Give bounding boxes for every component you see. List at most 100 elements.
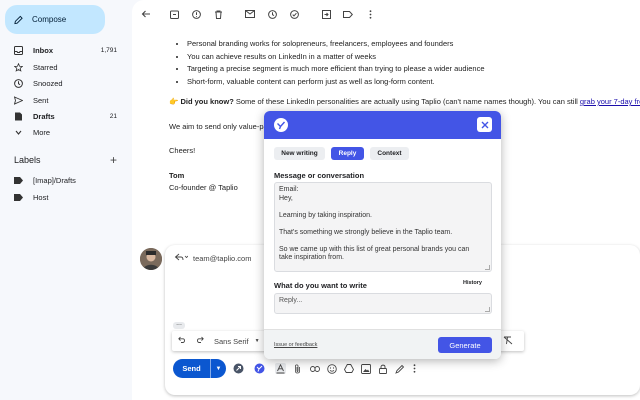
reply-recipient[interactable]: team@taplio.com: [174, 253, 251, 263]
add-label-button[interactable]: +: [110, 153, 117, 167]
label-item-label: Host: [33, 192, 49, 202]
sidebar-item-drafts[interactable]: Drafts 21: [0, 108, 127, 124]
email-toolbar: [132, 0, 640, 28]
message-line: Learning by taking inspiration.: [279, 211, 373, 219]
hand-emoji-icon: 👉: [169, 97, 179, 106]
drafts-count: 21: [109, 112, 117, 120]
confidential-mode-icon[interactable]: [377, 363, 388, 374]
pencil-icon: [14, 15, 23, 24]
label-item-label: [Imap]/Drafts: [33, 175, 76, 185]
mark-unread-icon[interactable]: [244, 8, 256, 20]
send-button[interactable]: Send ▼: [173, 359, 226, 378]
sidebar-item-more[interactable]: More: [0, 124, 127, 140]
more-vert-icon[interactable]: [364, 8, 376, 20]
show-trimmed-content-button[interactable]: ...: [173, 320, 185, 329]
label-icon: [14, 176, 23, 185]
more-options-icon[interactable]: [409, 363, 420, 374]
did-you-know-heading: Did you know?: [180, 97, 234, 106]
message-line: [279, 203, 487, 212]
draft-icon: [14, 112, 23, 121]
message-section-label: Message or conversation: [274, 171, 365, 180]
drive-icon[interactable]: [343, 363, 354, 374]
message-line: take inspiration from.: [279, 254, 344, 261]
reply-arrow-icon[interactable]: [174, 253, 189, 263]
font-family-value: Sans Serif: [214, 336, 249, 346]
send-icon: [14, 95, 23, 105]
emoji-icon[interactable]: [326, 363, 337, 374]
sidebar-item-inbox[interactable]: Inbox 1,791: [0, 42, 127, 58]
label-icon[interactable]: [342, 8, 354, 20]
list-item: Targeting a precise segment is much more…: [187, 64, 485, 77]
tab-context[interactable]: Context: [370, 147, 409, 160]
chevron-down-icon: [14, 128, 23, 137]
resize-handle-icon[interactable]: [485, 307, 490, 312]
insert-photo-icon[interactable]: [360, 363, 371, 374]
add-task-icon[interactable]: [288, 8, 300, 20]
redo-icon[interactable]: [196, 336, 204, 346]
sidebar-item-label: Snoozed: [33, 78, 63, 88]
signature-title: Co-founder @ Taplio: [169, 183, 238, 192]
remove-formatting-icon[interactable]: [503, 336, 513, 347]
sidebar-item-label: Inbox: [33, 45, 53, 55]
tab-reply[interactable]: Reply: [331, 147, 364, 160]
move-to-icon[interactable]: [320, 8, 332, 20]
sidebar-item-starred[interactable]: Starred: [0, 59, 127, 75]
recipient-email: team@taplio.com: [193, 253, 252, 263]
text-format-icon[interactable]: [275, 363, 286, 374]
label-item-host[interactable]: Host: [0, 189, 127, 205]
delete-icon[interactable]: [212, 8, 224, 20]
did-you-know-text: Some of these LinkedIn personalities are…: [235, 97, 578, 106]
inbox-icon: [14, 45, 23, 55]
generate-button[interactable]: Generate: [438, 337, 492, 353]
star-icon: [14, 62, 23, 72]
attach-icon[interactable]: [292, 363, 303, 374]
sidebar: Compose Inbox 1,791 Starred Snoozed Sent…: [0, 0, 132, 400]
extension-icon[interactable]: [233, 363, 244, 374]
send-options-icon[interactable]: ▼: [210, 359, 226, 378]
message-line: Email:: [279, 186, 299, 193]
message-line: [279, 237, 487, 246]
taplio-popup: New writing Reply Context Message or con…: [264, 111, 501, 359]
font-family-select[interactable]: Sans Serif ▼: [214, 337, 260, 346]
resize-handle-icon[interactable]: [485, 265, 490, 270]
list-item: You can achieve results on LinkedIn in a…: [187, 52, 485, 65]
issue-feedback-link[interactable]: Issue or feedback: [274, 342, 317, 348]
back-arrow-icon[interactable]: [140, 8, 152, 20]
avatar: [140, 248, 162, 270]
sidebar-item-sent[interactable]: Sent: [0, 92, 127, 108]
compose-label: Compose: [32, 15, 67, 24]
link-icon[interactable]: [309, 363, 320, 374]
message-line: Hey,: [279, 194, 293, 202]
popup-footer: Issue or feedback Generate: [264, 329, 501, 359]
signature-icon[interactable]: [394, 363, 405, 374]
tab-new-writing[interactable]: New writing: [274, 147, 325, 160]
taplio-icon[interactable]: [254, 363, 265, 374]
write-textarea[interactable]: Reply...: [274, 293, 492, 314]
signature-name: Tom: [169, 171, 185, 180]
report-spam-icon[interactable]: [190, 8, 202, 20]
close-icon[interactable]: [477, 117, 492, 132]
aim-paragraph: We aim to send only value-pac: [169, 122, 272, 131]
sidebar-item-snoozed[interactable]: Snoozed: [0, 75, 127, 91]
taplio-logo-icon: [274, 118, 288, 132]
sidebar-item-label: Sent: [33, 95, 49, 105]
undo-icon[interactable]: [178, 336, 186, 346]
message-line: [279, 220, 487, 229]
list-item: Short-form, valuable content can perform…: [187, 77, 485, 90]
inbox-count: 1,791: [100, 46, 117, 54]
compose-button[interactable]: Compose: [5, 5, 105, 34]
cheers-text: Cheers!: [169, 146, 196, 155]
message-textarea[interactable]: Email: Hey, Learning by taking inspirati…: [274, 182, 492, 272]
write-section-label: What do you want to write: [274, 281, 367, 290]
sidebar-item-label: Starred: [33, 62, 58, 72]
clock-icon: [14, 78, 23, 88]
free-trial-link[interactable]: grab your 7-day free trial: [580, 97, 640, 106]
email-bullet-list: Personal branding works for solopreneurs…: [187, 39, 485, 89]
message-line: That's something we strongly believe in …: [279, 228, 453, 236]
label-item-imap-drafts[interactable]: [Imap]/Drafts: [0, 172, 127, 188]
archive-icon[interactable]: [168, 8, 180, 20]
snooze-icon[interactable]: [266, 8, 278, 20]
history-button[interactable]: History: [463, 280, 482, 286]
message-line: So we came up with this list of great pe…: [279, 245, 470, 253]
list-item: Personal branding works for solopreneurs…: [187, 39, 485, 52]
